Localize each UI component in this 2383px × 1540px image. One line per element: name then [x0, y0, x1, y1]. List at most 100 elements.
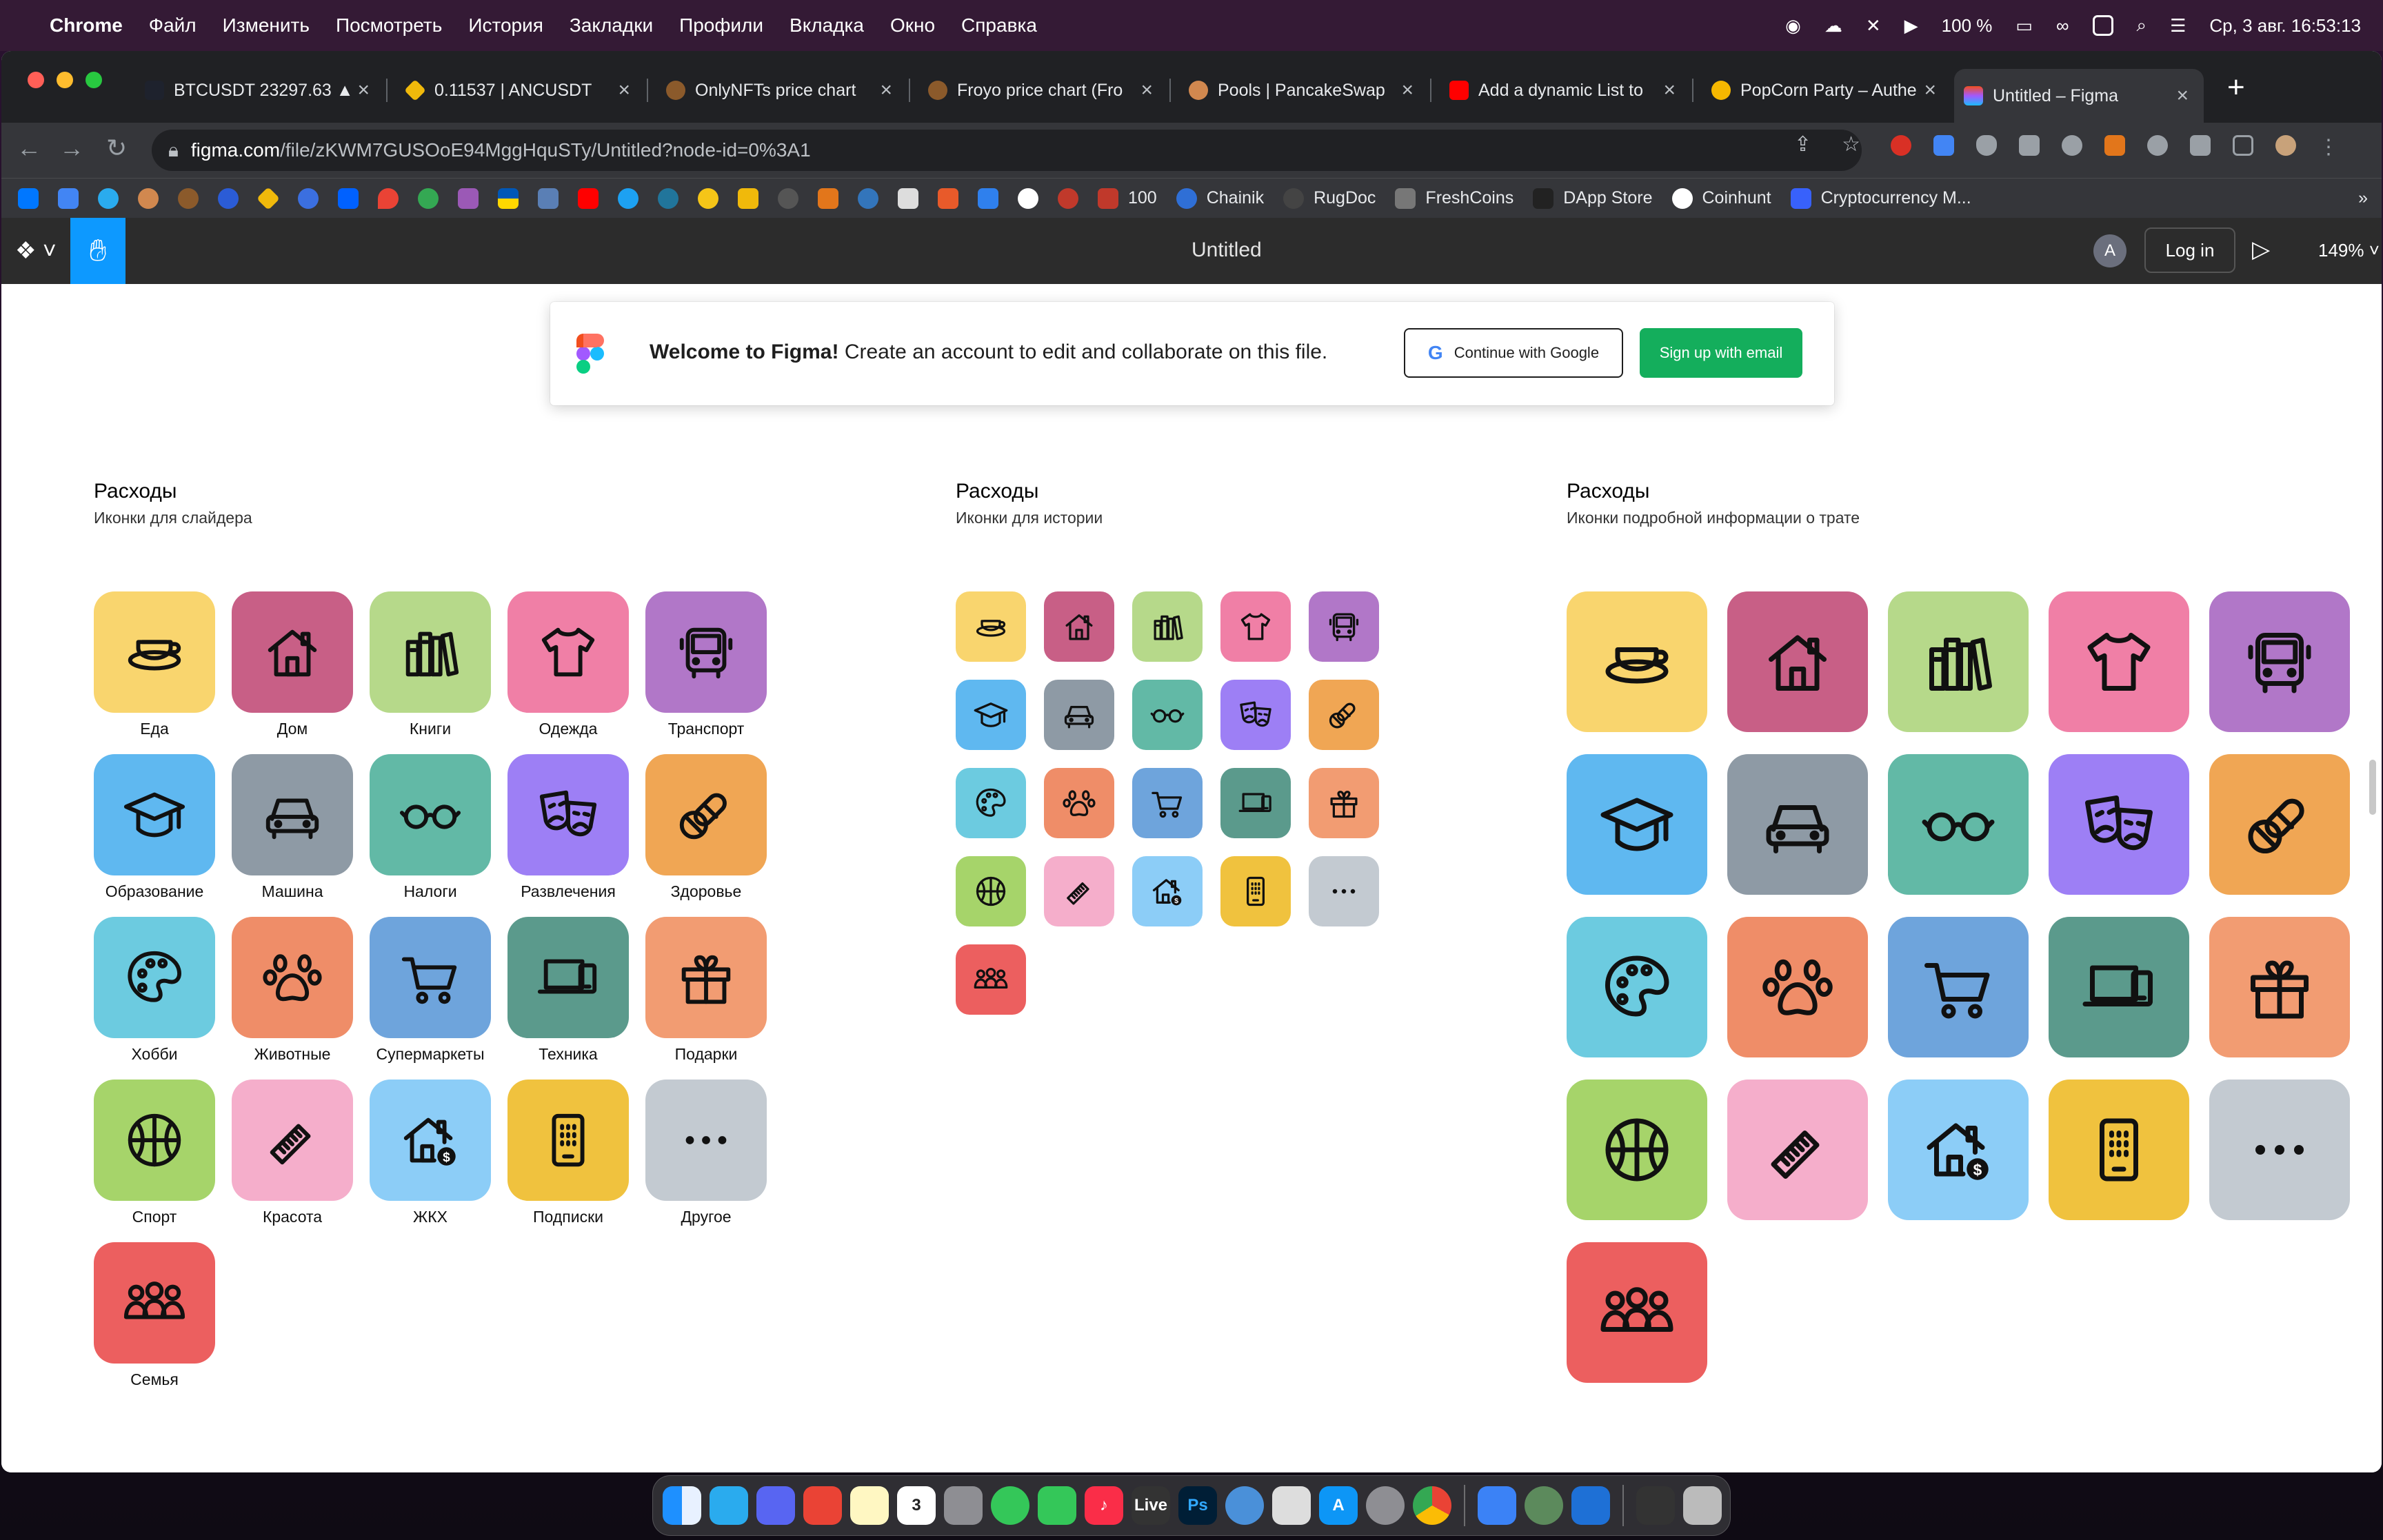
- notes-icon[interactable]: [850, 1486, 889, 1525]
- category-tile[interactable]: $: [370, 1080, 491, 1201]
- category-tile[interactable]: [1220, 856, 1291, 926]
- menu-file[interactable]: Файл: [149, 14, 197, 37]
- bookmark-chainik[interactable]: Chainik: [1176, 188, 1264, 209]
- bookmark-cryptocurrency[interactable]: Cryptocurrency M...: [1790, 188, 1971, 209]
- category-tile[interactable]: [1132, 768, 1203, 838]
- zoom-window-icon[interactable]: [86, 72, 102, 88]
- menubar-datetime[interactable]: Ср, 3 авг. 16:53:13: [2209, 15, 2361, 37]
- category-tile[interactable]: [1132, 591, 1203, 662]
- tab-close-icon[interactable]: ×: [357, 79, 370, 102]
- metamask-extension-icon[interactable]: [2104, 135, 2125, 156]
- category-tile[interactable]: [370, 591, 491, 713]
- chrome-icon[interactable]: [1413, 1486, 1451, 1525]
- category-tile[interactable]: [1309, 680, 1379, 750]
- glasses-extension-icon[interactable]: [2062, 135, 2082, 156]
- menu-edit[interactable]: Изменить: [223, 14, 310, 37]
- bookmark-binance[interactable]: [257, 186, 280, 210]
- tab-close-icon[interactable]: ×: [1401, 79, 1414, 102]
- category-tile[interactable]: [1044, 768, 1114, 838]
- mute-icon[interactable]: ✕: [1866, 15, 1881, 37]
- category-tile[interactable]: [1044, 856, 1114, 926]
- minimize-window-icon[interactable]: [57, 72, 73, 88]
- menu-view[interactable]: Посмотреть: [336, 14, 442, 37]
- bookmarks-overflow-icon[interactable]: »: [2358, 188, 2368, 208]
- category-tile[interactable]: [1727, 754, 1868, 895]
- category-tile[interactable]: [2049, 591, 2189, 732]
- circle-extension-icon[interactable]: [2147, 135, 2168, 156]
- category-tile[interactable]: [956, 591, 1026, 662]
- reload-icon[interactable]: ↻: [106, 134, 127, 163]
- category-tile[interactable]: [232, 754, 353, 875]
- category-tile[interactable]: [2049, 754, 2189, 895]
- category-tile[interactable]: [1888, 591, 2029, 732]
- category-tile[interactable]: [232, 917, 353, 1038]
- category-tile[interactable]: [2049, 917, 2189, 1057]
- category-tile[interactable]: [1727, 917, 1868, 1057]
- bookmark-trust[interactable]: [858, 188, 878, 209]
- bookmark-pinwheel[interactable]: [458, 188, 479, 209]
- category-tile[interactable]: [1044, 591, 1114, 662]
- category-tile[interactable]: [645, 1080, 767, 1201]
- battery-percent[interactable]: 100 %: [1942, 15, 1993, 37]
- category-tile[interactable]: [1567, 591, 1707, 732]
- facetime-icon[interactable]: [1038, 1486, 1076, 1525]
- category-tile[interactable]: [1309, 591, 1379, 662]
- back-icon[interactable]: ←: [17, 134, 41, 163]
- category-tile[interactable]: [507, 754, 629, 875]
- tab-close-icon[interactable]: ×: [1924, 79, 1936, 102]
- category-tile[interactable]: [94, 917, 215, 1038]
- bookmark-sushi[interactable]: [298, 188, 319, 209]
- bookmark-un[interactable]: [778, 188, 798, 209]
- tab-onlynfts[interactable]: OnlyNFTs price chart ×: [656, 69, 907, 112]
- ableton-live-icon[interactable]: Live: [1132, 1486, 1170, 1525]
- creative-cloud-icon[interactable]: ☁: [1824, 15, 1842, 37]
- messages-icon[interactable]: [991, 1486, 1029, 1525]
- hand-tool-icon[interactable]: ✋︎: [70, 218, 125, 284]
- category-tile[interactable]: [94, 591, 215, 713]
- calendar-icon[interactable]: 3: [897, 1486, 936, 1525]
- tab-popcorn-party[interactable]: PopCorn Party – Authe ×: [1702, 69, 1951, 112]
- category-tile[interactable]: [2209, 917, 2350, 1057]
- category-tile[interactable]: [2209, 754, 2350, 895]
- bookmark-s[interactable]: [938, 188, 958, 209]
- category-tile[interactable]: [1309, 856, 1379, 926]
- bookmark-candles[interactable]: [738, 188, 758, 209]
- play-status-icon[interactable]: ▶: [1904, 15, 1918, 37]
- menu-bookmarks[interactable]: Закладки: [570, 14, 653, 37]
- link-icon[interactable]: ∞: [2056, 15, 2069, 37]
- bookmark-x[interactable]: [978, 188, 998, 209]
- category-tile[interactable]: [956, 944, 1026, 1015]
- stamp-icon[interactable]: [1525, 1486, 1563, 1525]
- app-store-icon[interactable]: A: [1319, 1486, 1358, 1525]
- zoom-dropdown[interactable]: 149% ˅: [2318, 240, 2380, 261]
- calculator-icon[interactable]: [944, 1486, 983, 1525]
- category-tile[interactable]: [1727, 1080, 1868, 1220]
- tab-close-icon[interactable]: ×: [1663, 79, 1676, 102]
- forward-icon[interactable]: →: [59, 134, 84, 163]
- share-icon[interactable]: ⇪: [1794, 132, 1811, 156]
- category-tile[interactable]: $: [1888, 1080, 2029, 1220]
- address-bar[interactable]: 🔒︎ figma.com /file/zKWM7GUSOoE94MggHquST…: [152, 130, 1862, 171]
- bookmark-translate[interactable]: [58, 188, 79, 209]
- bookmark-poop[interactable]: [178, 188, 199, 209]
- bookmark-smile[interactable]: [698, 188, 718, 209]
- file-title[interactable]: Untitled: [1192, 239, 1262, 262]
- window-preview-icon[interactable]: [1636, 1486, 1675, 1525]
- user-avatar[interactable]: A: [2093, 234, 2126, 267]
- category-tile[interactable]: [232, 1080, 353, 1201]
- music-icon[interactable]: ♪: [1085, 1486, 1123, 1525]
- bookmark-red[interactable]: [1058, 188, 1078, 209]
- tab-figma-active[interactable]: Untitled – Figma ×: [1954, 69, 2204, 123]
- bookmark-maps[interactable]: [378, 188, 399, 209]
- category-tile[interactable]: [956, 856, 1026, 926]
- control-center-icon[interactable]: ☰: [2170, 15, 2186, 37]
- shield-extension-icon[interactable]: [1976, 135, 1997, 156]
- category-tile[interactable]: [1220, 591, 1291, 662]
- bookmark-pancake[interactable]: [138, 188, 159, 209]
- lock-icon[interactable]: 🔒︎: [168, 139, 179, 162]
- bookmark-rugdoc[interactable]: RugDoc: [1283, 188, 1376, 209]
- photoshop-icon[interactable]: Ps: [1178, 1486, 1217, 1525]
- bookmark-wordpress[interactable]: [658, 188, 678, 209]
- applications-folder-icon[interactable]: [1571, 1486, 1610, 1525]
- new-tab-button[interactable]: +: [2227, 70, 2245, 105]
